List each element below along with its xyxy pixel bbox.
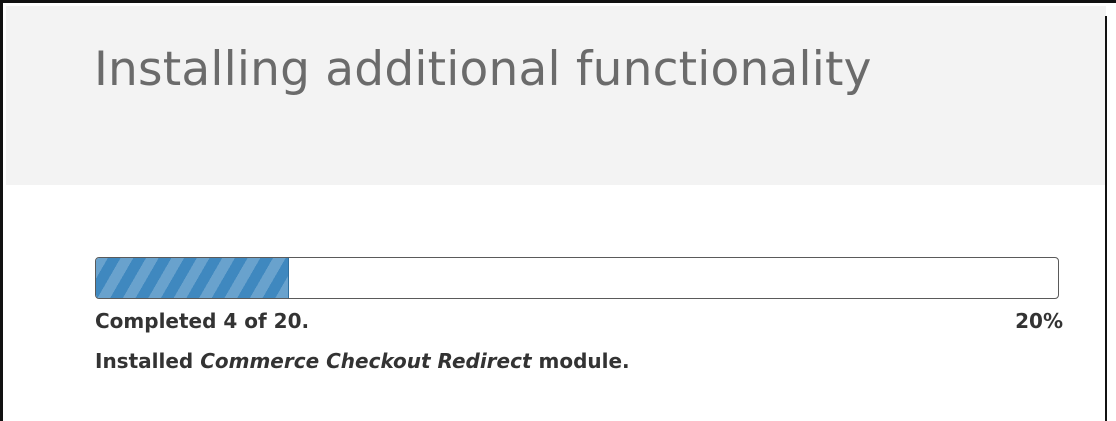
- progress-bar: [95, 257, 1059, 299]
- progress-bar-fill: [96, 258, 290, 298]
- progress-message-suffix: module.: [538, 349, 630, 373]
- progress-message-module: Commerce Checkout Redirect: [200, 349, 532, 373]
- progress-percent: 20%: [1015, 309, 1063, 333]
- progress-status-row: Completed 4 of 20. 20%: [95, 309, 1063, 339]
- page-frame: Installing additional functionality Comp…: [0, 0, 1116, 421]
- page-header: Installing additional functionality: [6, 6, 1106, 185]
- progress-message: Installed Commerce Checkout Redirect mod…: [95, 349, 630, 373]
- progress-message-prefix: Installed: [95, 349, 194, 373]
- progress-status-text: Completed 4 of 20.: [95, 309, 310, 333]
- page-title: Installing additional functionality: [94, 42, 872, 97]
- window-edge-rule: [1105, 16, 1107, 421]
